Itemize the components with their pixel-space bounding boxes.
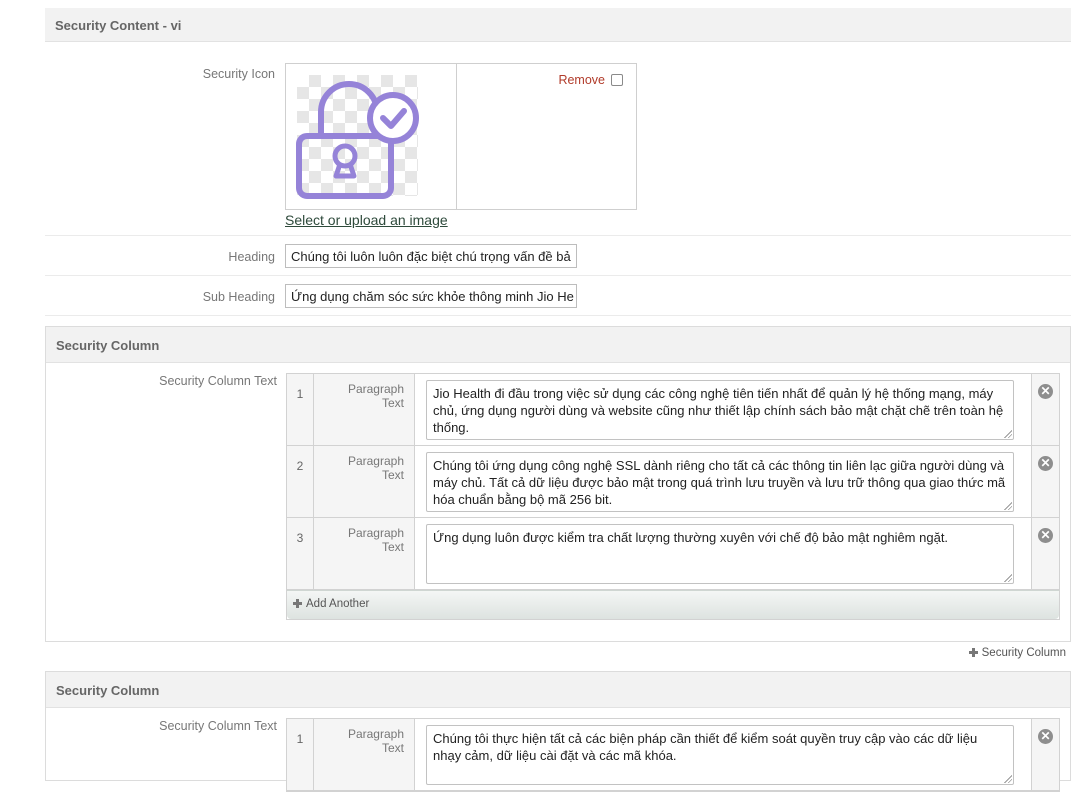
divider bbox=[45, 275, 1071, 276]
security-column-text-label: Security Column Text bbox=[159, 374, 277, 388]
table-row: 2 Paragraph Text Chúng tôi ứng dụng công… bbox=[287, 446, 1059, 518]
label-line: Paragraph bbox=[347, 454, 404, 468]
divider bbox=[45, 235, 1071, 236]
security-column-group: Security Column Security Column Text 1 P… bbox=[45, 326, 1071, 642]
divider bbox=[45, 315, 1071, 316]
inline-table: 1 Paragraph Text Chúng tôi thực hiện tất… bbox=[286, 718, 1060, 792]
label-line: Paragraph bbox=[347, 526, 404, 540]
row-number: 1 bbox=[287, 374, 314, 445]
paragraph-text: Ứng dụng luôn được kiểm tra chất lượng t… bbox=[433, 530, 949, 545]
plus-icon bbox=[968, 648, 978, 657]
resize-handle[interactable] bbox=[1004, 502, 1012, 510]
add-another-label: Add Another bbox=[306, 598, 370, 610]
delete-row-icon[interactable]: ✕ bbox=[1038, 384, 1053, 399]
label-line: Text bbox=[381, 468, 404, 482]
heading-input[interactable]: Chúng tôi luôn luôn đặc biệt chú trọng v… bbox=[285, 244, 577, 268]
delete-cell: ✕ bbox=[1031, 374, 1059, 445]
sub-heading-label: Sub Heading bbox=[202, 290, 275, 304]
row-number: 2 bbox=[287, 446, 314, 517]
row-number: 1 bbox=[287, 719, 314, 790]
paragraph-text: Chúng tôi ứng dụng công nghệ SSL dành ri… bbox=[433, 458, 1006, 507]
add-security-column-button[interactable]: Security Column bbox=[968, 647, 1066, 659]
inline-table: 1 Paragraph Text Jio Health đi đầu trong… bbox=[286, 373, 1060, 620]
security-column-text-label: Security Column Text bbox=[159, 719, 277, 733]
resize-handle[interactable] bbox=[1004, 775, 1012, 783]
delete-row-icon[interactable]: ✕ bbox=[1038, 528, 1053, 543]
label-line: Text bbox=[381, 741, 404, 755]
group-title: Security Column bbox=[46, 672, 1070, 708]
section-header: Security Content - vi bbox=[45, 8, 1071, 42]
paragraph-text-label: Paragraph Text bbox=[314, 374, 415, 445]
sub-heading-input[interactable]: Ứng dụng chăm sóc sức khỏe thông minh Ji… bbox=[285, 284, 577, 308]
paragraph-text: Jio Health đi đầu trong việc sử dụng các… bbox=[433, 386, 1004, 435]
label-line: Paragraph bbox=[347, 727, 404, 741]
paragraph-text-label: Paragraph Text bbox=[314, 446, 415, 517]
image-widget: Remove bbox=[285, 63, 637, 210]
resize-handle[interactable] bbox=[1004, 574, 1012, 582]
add-column-label: Security Column bbox=[981, 647, 1066, 659]
security-icon-label: Security Icon bbox=[202, 67, 275, 81]
table-row: 3 Paragraph Text Ứng dụng luôn được kiểm… bbox=[287, 518, 1059, 590]
group-title: Security Column bbox=[46, 327, 1070, 363]
delete-cell: ✕ bbox=[1031, 446, 1059, 517]
paragraph-text-label: Paragraph Text bbox=[314, 518, 415, 589]
delete-cell: ✕ bbox=[1031, 518, 1059, 589]
table-row: 1 Paragraph Text Chúng tôi thực hiện tất… bbox=[287, 719, 1059, 791]
image-preview[interactable] bbox=[286, 64, 457, 209]
delete-row-icon[interactable]: ✕ bbox=[1038, 729, 1053, 744]
lock-check-icon bbox=[296, 81, 419, 199]
remove-checkbox[interactable] bbox=[611, 74, 623, 86]
row-number: 3 bbox=[287, 518, 314, 589]
heading-label: Heading bbox=[228, 250, 275, 264]
paragraph-textarea[interactable]: Jio Health đi đầu trong việc sử dụng các… bbox=[426, 380, 1014, 440]
add-another-button[interactable]: Add Another bbox=[287, 590, 1059, 619]
remove-control: Remove bbox=[558, 73, 623, 87]
paragraph-textarea[interactable]: Chúng tôi ứng dụng công nghệ SSL dành ri… bbox=[426, 452, 1014, 512]
label-line: Text bbox=[381, 396, 404, 410]
section-title: Security Content - vi bbox=[55, 18, 182, 33]
paragraph-text: Chúng tôi thực hiện tất cả các biện pháp… bbox=[433, 731, 978, 763]
resize-handle[interactable] bbox=[1004, 430, 1012, 438]
select-upload-image-link[interactable]: Select or upload an image bbox=[285, 212, 448, 228]
paragraph-textarea[interactable]: Ứng dụng luôn được kiểm tra chất lượng t… bbox=[426, 524, 1014, 584]
delete-cell: ✕ bbox=[1031, 719, 1059, 790]
delete-row-icon[interactable]: ✕ bbox=[1038, 456, 1053, 471]
label-line: Text bbox=[381, 540, 404, 554]
paragraph-text-label: Paragraph Text bbox=[314, 719, 415, 790]
plus-icon bbox=[293, 599, 302, 608]
paragraph-textarea[interactable]: Chúng tôi thực hiện tất cả các biện pháp… bbox=[426, 725, 1014, 785]
table-row: 1 Paragraph Text Jio Health đi đầu trong… bbox=[287, 374, 1059, 446]
security-column-group: Security Column Security Column Text 1 P… bbox=[45, 671, 1071, 792]
label-line: Paragraph bbox=[347, 382, 404, 396]
remove-label: Remove bbox=[558, 73, 605, 87]
